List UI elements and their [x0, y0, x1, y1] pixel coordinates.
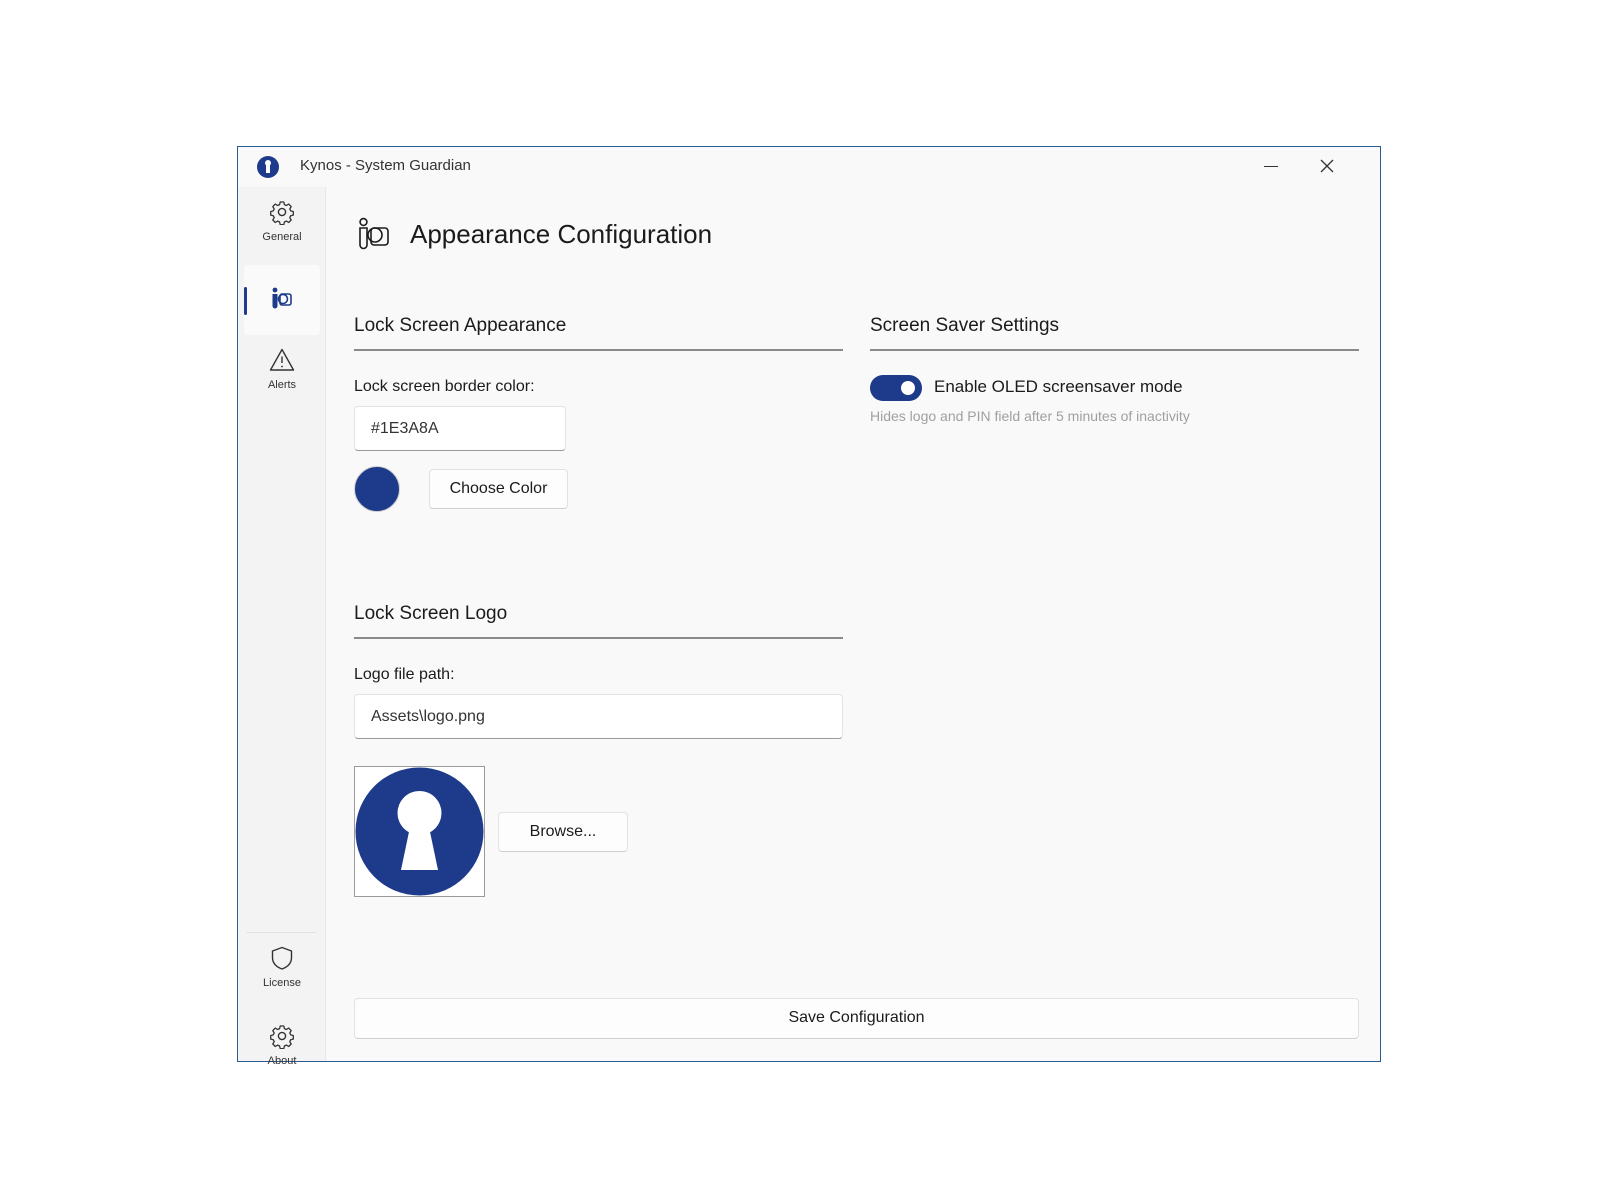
logo-preview	[354, 766, 485, 897]
toggle-knob	[901, 381, 915, 395]
sidebar-item-alerts[interactable]: Alerts	[244, 339, 320, 409]
appearance-icon	[359, 217, 389, 250]
sidebar-item-appearance[interactable]	[244, 265, 320, 335]
sidebar-item-label: Alerts	[267, 379, 297, 391]
oled-toggle-switch[interactable]	[870, 375, 922, 401]
border-color-label: Lock screen border color:	[354, 378, 535, 395]
app-logo-icon	[257, 156, 279, 178]
appearance-icon	[272, 287, 292, 309]
border-color-input[interactable]: #1E3A8A	[354, 406, 566, 451]
close-icon	[1320, 159, 1334, 173]
sidebar-item-label: About	[267, 1055, 297, 1067]
shield-icon	[271, 946, 293, 970]
logo-path-label: Logo file path:	[354, 666, 455, 683]
close-button[interactable]	[1304, 149, 1350, 183]
logo-path-input[interactable]: Assets\logo.png	[354, 694, 843, 739]
section-divider	[354, 349, 843, 351]
sidebar-item-label: General	[262, 231, 302, 243]
section-header-screensaver: Screen Saver Settings	[870, 315, 1060, 336]
section-header-appearance: Lock Screen Appearance	[354, 315, 567, 336]
section-header-logo: Lock Screen Logo	[354, 603, 508, 624]
sidebar-divider	[246, 932, 316, 933]
color-swatch	[354, 466, 400, 512]
browse-button[interactable]: Browse...	[498, 812, 628, 852]
minimize-button[interactable]	[1248, 149, 1294, 183]
oled-toggle-hint: Hides logo and PIN field after 5 minutes…	[870, 408, 1190, 424]
gear-icon	[270, 1025, 294, 1049]
app-window: Kynos - System Guardian General Alerts L…	[237, 146, 1381, 1067]
sidebar-item-label: License	[263, 977, 301, 989]
oled-toggle-label: Enable OLED screensaver mode	[934, 377, 1183, 396]
sidebar-item-license[interactable]: License	[244, 937, 320, 1007]
gear-icon	[270, 201, 294, 225]
save-configuration-button[interactable]: Save Configuration	[354, 998, 1359, 1039]
page-title: Appearance Configuration	[410, 219, 713, 249]
active-indicator	[244, 287, 247, 315]
keyhole-logo-icon	[355, 767, 484, 896]
sidebar: General Alerts License About	[238, 187, 326, 1067]
sidebar-item-general[interactable]: General	[244, 191, 320, 261]
section-divider	[870, 349, 1359, 351]
main-content: Appearance Configuration Lock Screen App…	[327, 187, 1380, 1061]
choose-color-button[interactable]: Choose Color	[429, 469, 568, 509]
sidebar-item-about[interactable]: About	[244, 1015, 320, 1085]
title-bar: Kynos - System Guardian	[238, 147, 1380, 187]
window-title: Kynos - System Guardian	[300, 157, 471, 174]
warning-icon	[269, 348, 295, 371]
section-divider	[354, 637, 843, 639]
